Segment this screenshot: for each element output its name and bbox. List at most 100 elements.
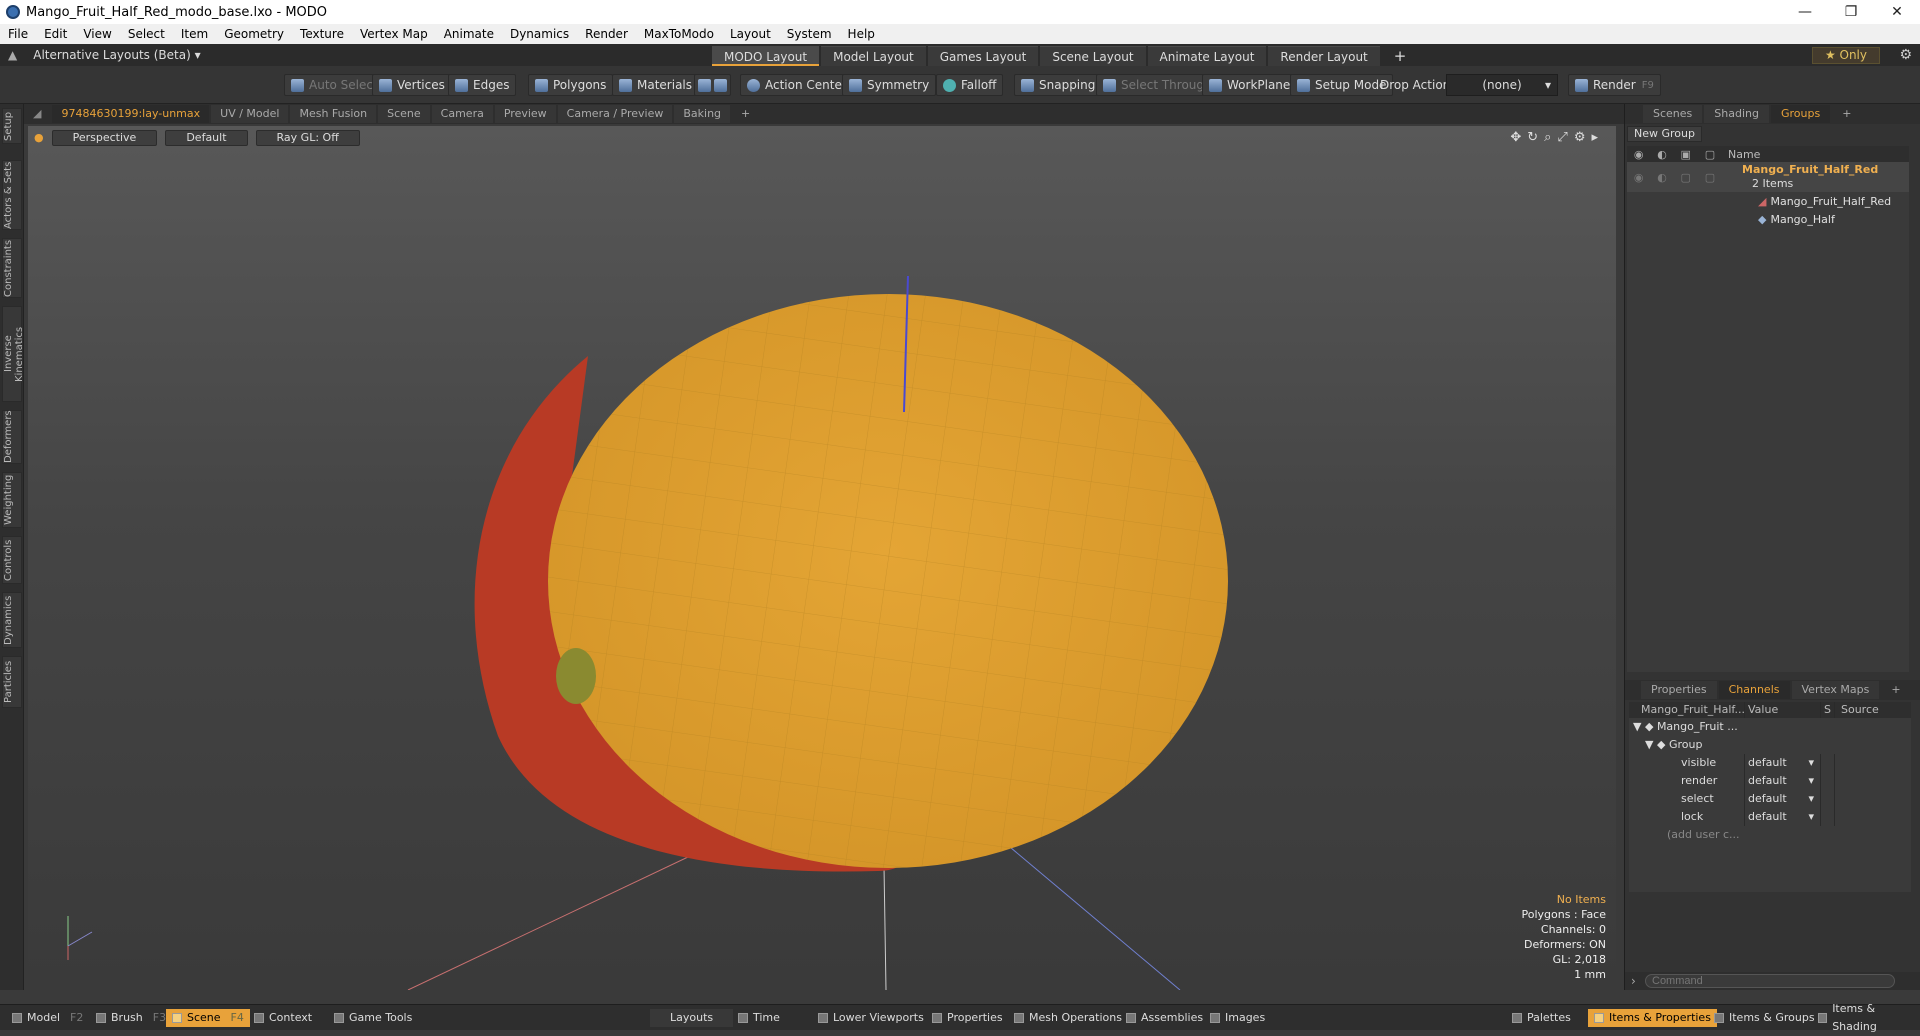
- side-tab-constraints[interactable]: Constraints: [2, 238, 22, 298]
- layout-tab-render[interactable]: Render Layout: [1268, 46, 1380, 66]
- scene-tab-button[interactable]: Scene F4: [166, 1009, 250, 1027]
- side-tab-setup[interactable]: Setup: [2, 108, 22, 144]
- viewport-tab-mesh-fusion[interactable]: Mesh Fusion: [290, 105, 377, 123]
- add-panel-tab-button[interactable]: +: [1832, 105, 1861, 123]
- channel-value-select[interactable]: default ▾: [1744, 754, 1820, 772]
- images-button[interactable]: Images: [1204, 1009, 1271, 1027]
- layout-tab-games[interactable]: Games Layout: [927, 46, 1039, 66]
- viewport-tab-camera[interactable]: Camera: [431, 105, 493, 123]
- properties-button[interactable]: Properties: [926, 1009, 1009, 1027]
- menu-view[interactable]: View: [75, 27, 119, 41]
- context-tab-button[interactable]: Context: [248, 1009, 318, 1027]
- menu-texture[interactable]: Texture: [292, 27, 352, 41]
- side-tab-dynamics[interactable]: Dynamics: [2, 592, 22, 648]
- gear-icon[interactable]: ⚙: [1899, 47, 1912, 63]
- add-channels-tab-button[interactable]: +: [1881, 681, 1910, 699]
- layout-tab-modo[interactable]: MODO Layout: [712, 46, 820, 66]
- viewport-tab-camera-preview[interactable]: Camera / Preview: [557, 105, 673, 123]
- eye-icon[interactable]: ◉: [1634, 171, 1644, 184]
- menu-file[interactable]: File: [0, 27, 36, 41]
- add-user-channel-row[interactable]: (add user c...: [1629, 826, 1911, 844]
- restore-button[interactable]: ❐: [1828, 0, 1874, 24]
- render-button[interactable]: Render F9: [1568, 74, 1661, 96]
- tab-vertex-maps[interactable]: Vertex Maps: [1791, 681, 1880, 699]
- lock-icon[interactable]: ▢: [1681, 171, 1691, 184]
- menu-system[interactable]: System: [779, 27, 840, 41]
- group-row[interactable]: ◉ ◐ ▢ ▢ Mango_Fruit_Half_Red 2 Items: [1627, 162, 1909, 192]
- assemblies-button[interactable]: Assemblies: [1120, 1009, 1209, 1027]
- tab-properties[interactable]: Properties: [1641, 681, 1717, 699]
- eye-icon[interactable]: ◉: [1634, 148, 1644, 161]
- menu-animate[interactable]: Animate: [436, 27, 502, 41]
- items-shading-button[interactable]: Items & Shading: [1812, 1002, 1920, 1033]
- tab-channels[interactable]: Channels: [1718, 681, 1790, 699]
- only-toggle[interactable]: ★ Only: [1811, 47, 1880, 64]
- tab-groups[interactable]: Groups: [1770, 105, 1831, 123]
- render-toggle-icon[interactable]: ◐: [1657, 148, 1667, 161]
- viewport-tab-uv-model[interactable]: UV / Model: [211, 105, 289, 123]
- lock-icon[interactable]: ▣: [1681, 148, 1691, 161]
- list-item[interactable]: ◢ Mango_Fruit_Half_Red: [1627, 192, 1909, 210]
- time-button[interactable]: Time: [732, 1009, 786, 1027]
- side-tab-particles[interactable]: Particles: [2, 656, 22, 708]
- channel-value-select[interactable]: default ▾: [1744, 772, 1820, 790]
- table-row[interactable]: select default ▾: [1629, 790, 1911, 808]
- tab-scenes[interactable]: Scenes: [1643, 105, 1703, 123]
- add-user-channel[interactable]: (add user c...: [1629, 826, 1744, 844]
- action-center-button[interactable]: Action Center: [740, 74, 854, 96]
- mesh-operations-button[interactable]: Mesh Operations: [1008, 1009, 1128, 1027]
- layout-tab-model[interactable]: Model Layout: [821, 46, 926, 66]
- menu-select[interactable]: Select: [120, 27, 173, 41]
- model-tab-button[interactable]: Model F2: [6, 1009, 89, 1027]
- channel-root-row[interactable]: ▼ ◆ Mango_Fruit ...: [1629, 718, 1911, 736]
- side-tab-weighting[interactable]: Weighting: [2, 472, 22, 528]
- layouts-button[interactable]: Layouts: [650, 1009, 734, 1027]
- channel-group-row[interactable]: ▼ ◆ Group: [1629, 736, 1911, 754]
- menu-vertex-map[interactable]: Vertex Map: [352, 27, 436, 41]
- selection-sets-button[interactable]: [694, 74, 731, 96]
- items-properties-button[interactable]: Items & Properties: [1588, 1009, 1717, 1027]
- layout-tab-animate[interactable]: Animate Layout: [1147, 46, 1267, 66]
- select-toggle-icon[interactable]: ▢: [1705, 148, 1715, 161]
- expand-triangle-icon[interactable]: ▼: [1645, 738, 1653, 751]
- viewport-menu-icon[interactable]: ◢: [24, 105, 50, 123]
- command-input[interactable]: [1645, 974, 1895, 988]
- vertices-button[interactable]: Vertices: [372, 74, 452, 96]
- menu-dynamics[interactable]: Dynamics: [502, 27, 577, 41]
- list-item[interactable]: ◆ Mango_Half: [1627, 210, 1909, 228]
- falloff-button[interactable]: Falloff: [936, 74, 1004, 96]
- drop-action-select[interactable]: (none) ▾: [1446, 74, 1558, 96]
- palettes-button[interactable]: Palettes: [1506, 1009, 1577, 1027]
- viewport-tab-preview[interactable]: Preview: [494, 105, 556, 123]
- workplane-button[interactable]: WorkPlane: [1202, 74, 1298, 96]
- table-row[interactable]: lock default ▾: [1629, 808, 1911, 826]
- brush-tab-button[interactable]: Brush F3: [90, 1009, 172, 1027]
- snapping-button[interactable]: Snapping: [1014, 74, 1103, 96]
- channel-value-select[interactable]: default ▾: [1744, 790, 1820, 808]
- lower-viewports-button[interactable]: Lower Viewports: [812, 1009, 930, 1027]
- add-viewport-tab-button[interactable]: +: [732, 105, 759, 123]
- auto-select-button[interactable]: Auto Select: [284, 74, 385, 96]
- viewport-tab-baking[interactable]: Baking: [674, 105, 731, 123]
- alternative-layouts[interactable]: ▲ Alternative Layouts (Beta) ▾: [8, 44, 201, 66]
- select-toggle-icon[interactable]: ▢: [1705, 171, 1715, 184]
- menu-render[interactable]: Render: [577, 27, 636, 41]
- menu-help[interactable]: Help: [840, 27, 883, 41]
- menu-maxtomodo[interactable]: MaxToModo: [636, 27, 722, 41]
- new-group-button[interactable]: New Group: [1627, 126, 1702, 142]
- viewport-tab-lay-unmax[interactable]: 97484630199:lay-unmax: [52, 105, 210, 123]
- select-through-button[interactable]: Select Through: [1096, 74, 1219, 96]
- menu-layout[interactable]: Layout: [722, 27, 779, 41]
- side-tab-deformers[interactable]: Deformers: [2, 410, 22, 464]
- game-tools-tab-button[interactable]: Game Tools: [328, 1009, 418, 1027]
- table-row[interactable]: render default ▾: [1629, 772, 1911, 790]
- 3d-viewport[interactable]: ● Perspective Default Ray GL: Off ✥ ↻ ⌕ …: [28, 126, 1616, 990]
- side-tab-actors-sets[interactable]: Actors & Sets: [2, 160, 22, 230]
- items-groups-button[interactable]: Items & Groups: [1708, 1009, 1821, 1027]
- viewport-tab-scene[interactable]: Scene: [378, 105, 430, 123]
- edges-button[interactable]: Edges: [448, 74, 517, 96]
- channel-value-select[interactable]: default ▾: [1744, 808, 1820, 826]
- alternative-layouts-label[interactable]: Alternative Layouts (Beta) ▾: [33, 48, 200, 62]
- menu-edit[interactable]: Edit: [36, 27, 75, 41]
- arrow-up-icon[interactable]: ▲: [8, 48, 17, 62]
